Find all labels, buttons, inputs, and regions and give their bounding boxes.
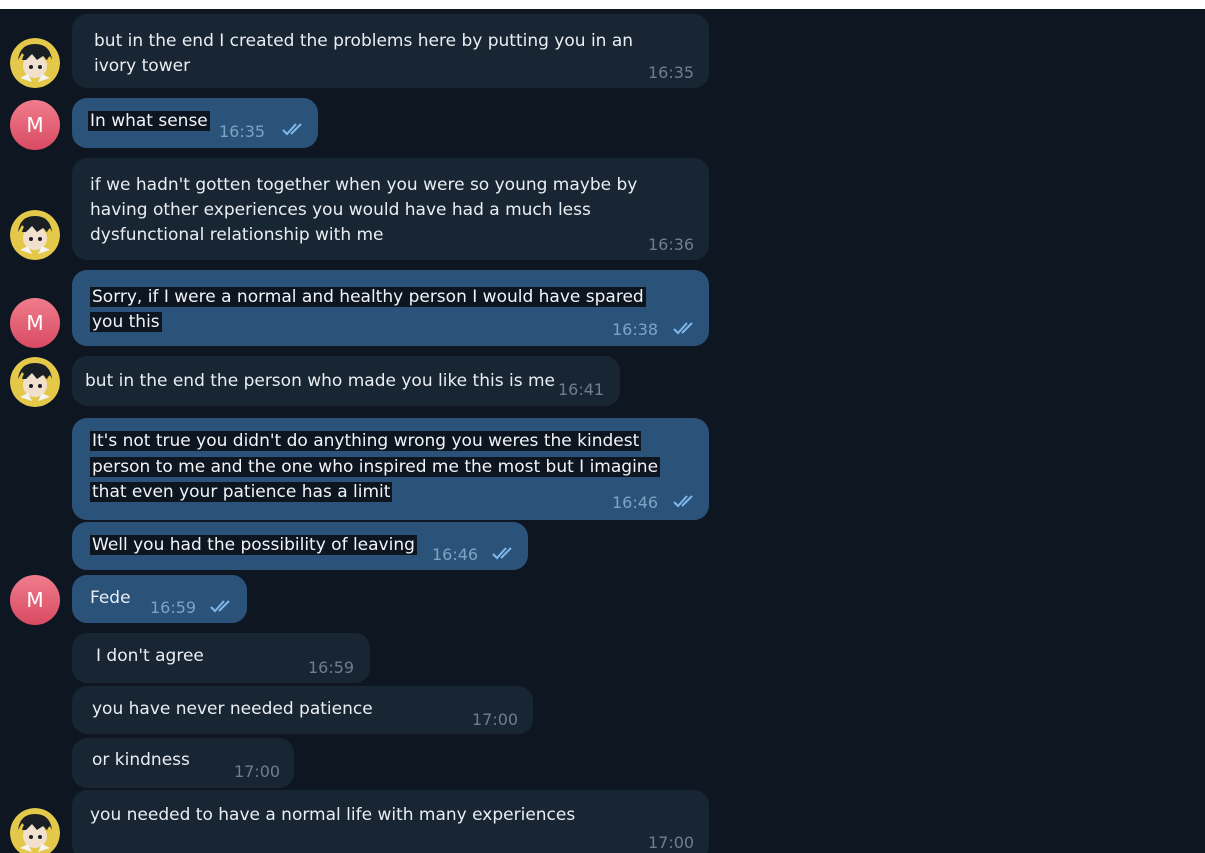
message-time: 16:35 — [648, 63, 695, 82]
message-line: but in the end I created the problems he… — [94, 31, 634, 51]
message-line: that even your patience has a limit — [90, 482, 393, 502]
message-time: 16:41 — [558, 380, 605, 399]
message-time: 16:46 — [612, 493, 659, 512]
message-bubble-outgoing[interactable]: Well you had the possibility of leaving … — [72, 522, 528, 570]
chat-screen: but in the end I created the problems he… — [0, 0, 1205, 853]
double-check-icon — [210, 600, 230, 613]
double-check-icon — [492, 547, 512, 560]
message-time: 16:38 — [612, 320, 659, 339]
message-line: ivory tower — [94, 56, 191, 76]
user-avatar[interactable]: M — [10, 100, 60, 150]
message-line: or kindness — [92, 750, 190, 770]
double-check-icon — [282, 123, 302, 136]
message-time: 16:35 — [219, 122, 266, 141]
message-line: having other experiences you would have … — [90, 200, 591, 220]
avatar-initial: M — [26, 311, 44, 335]
message-bubble-incoming[interactable]: I don't agree 16:59 — [72, 633, 370, 683]
message-line: In what sense — [88, 111, 210, 131]
anime-character-avatar-icon — [10, 357, 60, 407]
message-time: 16:36 — [648, 235, 695, 254]
double-check-icon — [673, 495, 693, 508]
avatar-initial: M — [26, 113, 44, 137]
message-time: 16:59 — [308, 658, 355, 677]
message-line: Well you had the possibility of leaving — [90, 535, 417, 555]
peer-avatar[interactable] — [10, 210, 60, 260]
message-line: dysfunctional relationship with me — [90, 225, 384, 245]
avatar-initial: M — [26, 588, 44, 612]
peer-avatar[interactable] — [10, 357, 60, 407]
user-avatar[interactable]: M — [10, 575, 60, 625]
anime-character-avatar-icon — [10, 210, 60, 260]
message-time: 16:59 — [150, 598, 197, 617]
message-bubble-outgoing[interactable]: In what sense 16:35 — [72, 98, 318, 148]
top-bar-shadow — [0, 9, 1205, 13]
message-bubble-outgoing[interactable]: Sorry, if I were a normal and healthy pe… — [72, 270, 709, 346]
message-time: 17:00 — [234, 762, 281, 781]
message-bubble-incoming[interactable]: you needed to have a normal life with ma… — [72, 790, 709, 853]
message-line: you needed to have a normal life with ma… — [90, 805, 576, 825]
message-bubble-incoming[interactable]: but in the end the person who made you l… — [72, 356, 620, 406]
message-line: you have never needed patience — [92, 699, 373, 719]
message-line: person to me and the one who inspired me… — [90, 457, 661, 477]
peer-avatar[interactable] — [10, 38, 60, 88]
double-check-icon — [673, 322, 693, 335]
message-bubble-incoming[interactable]: if we hadn't gotten together when you we… — [72, 158, 709, 260]
message-bubble-outgoing[interactable]: Fede 16:59 — [72, 575, 247, 623]
message-time: 17:00 — [472, 710, 519, 729]
anime-character-avatar-icon — [10, 808, 60, 853]
message-bubble-incoming[interactable]: but in the end I created the problems he… — [72, 14, 709, 88]
message-bubble-incoming[interactable]: you have never needed patience 17:00 — [72, 686, 533, 734]
message-line: I don't agree — [96, 646, 204, 666]
message-time: 16:46 — [432, 545, 479, 564]
message-line: It's not true you didn't do anything wro… — [90, 431, 642, 451]
message-line: Fede — [90, 588, 131, 608]
peer-avatar[interactable] — [10, 808, 60, 853]
message-line: if we hadn't gotten together when you we… — [90, 175, 638, 195]
user-avatar[interactable]: M — [10, 298, 60, 348]
top-bar — [0, 0, 1205, 9]
anime-character-avatar-icon — [10, 38, 60, 88]
message-bubble-outgoing[interactable]: It's not true you didn't do anything wro… — [72, 418, 709, 520]
message-line: Sorry, if I were a normal and healthy pe… — [90, 287, 646, 307]
message-line: but in the end the person who made you l… — [85, 371, 555, 391]
message-line: you this — [90, 312, 162, 332]
message-time: 17:00 — [648, 833, 695, 852]
message-bubble-incoming[interactable]: or kindness 17:00 — [72, 738, 294, 788]
